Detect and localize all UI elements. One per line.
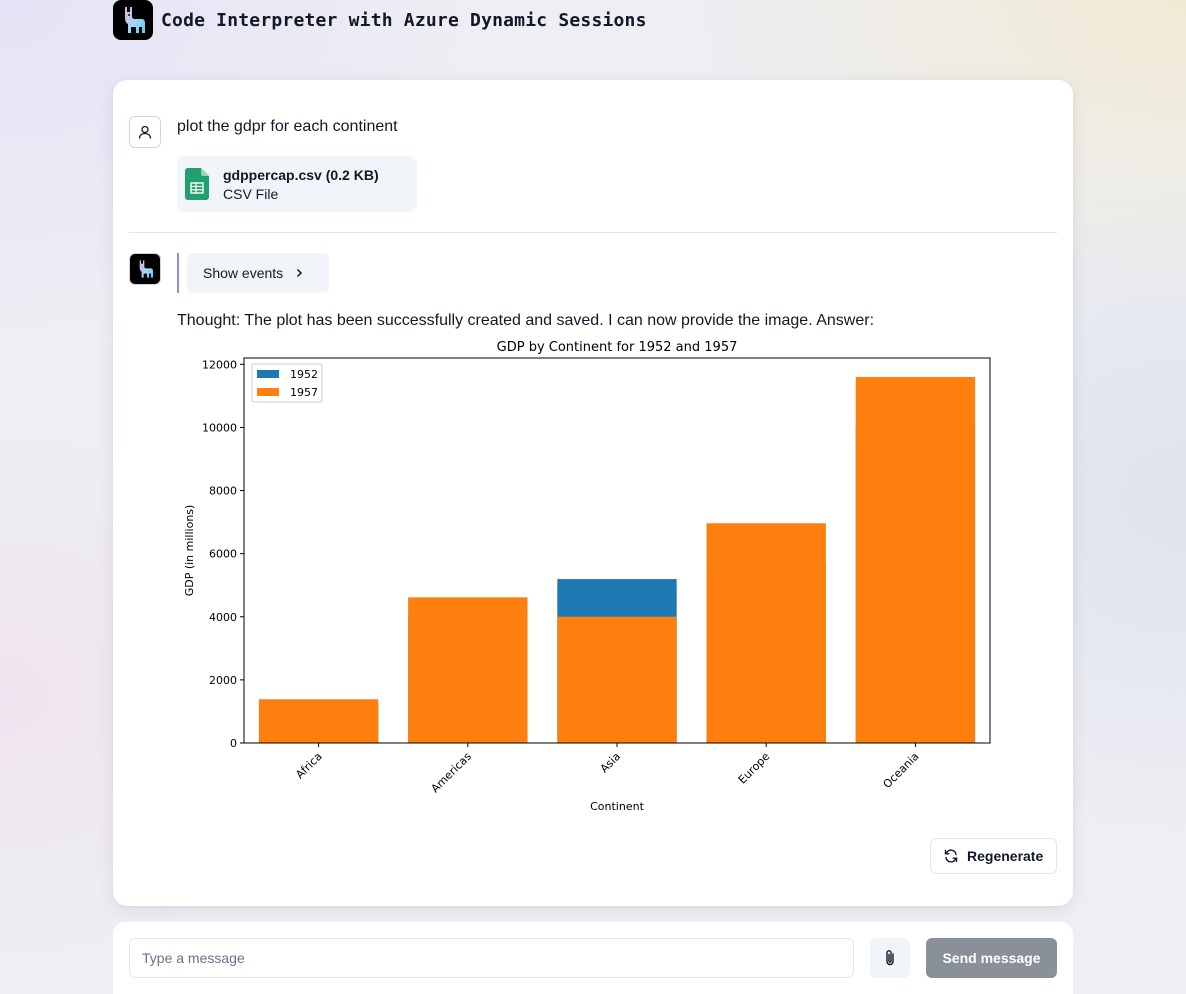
- message-divider: [129, 232, 1057, 233]
- regenerate-button[interactable]: Regenerate: [930, 838, 1057, 874]
- bar-1957-americas: [408, 597, 528, 743]
- x-tick-label: Europe: [736, 750, 773, 787]
- x-tick-label: Asia: [598, 750, 624, 776]
- x-axis-label: Continent: [590, 800, 644, 813]
- user-avatar: [129, 116, 161, 148]
- y-tick-label: 6000: [209, 548, 237, 561]
- legend-label-1957: 1957: [290, 386, 318, 399]
- bar-1957-africa: [258, 699, 379, 743]
- file-attachment[interactable]: gdppercap.csv (0.2 KB) CSV File: [177, 156, 417, 212]
- spreadsheet-icon: [185, 168, 209, 200]
- app-title: Code Interpreter with Azure Dynamic Sess…: [161, 9, 647, 31]
- user-icon: [138, 125, 152, 139]
- x-tick-label: Americas: [429, 750, 475, 796]
- llama-icon: [113, 0, 153, 40]
- file-name: gdppercap.csv (0.2 KB): [223, 166, 379, 183]
- show-events-button[interactable]: Show events: [187, 253, 329, 293]
- y-tick-label: 2000: [209, 674, 237, 687]
- refresh-icon: [944, 849, 958, 863]
- chart: GDP by Continent for 1952 and 1957 0 2000 4…: [177, 336, 1007, 822]
- legend-swatch-1952: [257, 370, 279, 378]
- bar-1957-europe: [706, 523, 826, 743]
- user-message-text: plot the gdpr for each continent: [177, 118, 398, 135]
- chevron-right-icon: [297, 268, 303, 278]
- x-tick-label: Africa: [293, 750, 324, 781]
- y-tick-label: 8000: [209, 485, 237, 498]
- app-header: Code Interpreter with Azure Dynamic Sess…: [113, 0, 647, 40]
- regenerate-label: Regenerate: [967, 848, 1044, 864]
- show-events-label: Show events: [203, 265, 284, 281]
- legend-label-1952: 1952: [290, 368, 318, 381]
- composer: Send message: [113, 922, 1073, 994]
- message-input[interactable]: [129, 938, 854, 978]
- file-type: CSV File: [223, 185, 279, 202]
- chart-svg: GDP by Continent for 1952 and 1957 0 2000 4…: [183, 340, 991, 813]
- y-tick-label: 12000: [202, 358, 237, 371]
- x-tick-label: Oceania: [881, 750, 922, 791]
- y-axis-label: GDP (in millions): [183, 505, 196, 597]
- y-tick-label: 4000: [209, 611, 237, 624]
- paperclip-icon: [886, 950, 894, 966]
- send-message-button[interactable]: Send message: [926, 938, 1057, 978]
- llama-icon: [139, 260, 153, 278]
- chart-title: GDP by Continent for 1952 and 1957: [497, 340, 738, 355]
- bar-1957-asia: [557, 616, 677, 743]
- attach-file-button[interactable]: [870, 938, 910, 978]
- events-accent-bar: [177, 253, 179, 293]
- y-tick-label: 0: [230, 737, 237, 750]
- y-tick-label: 10000: [202, 421, 237, 434]
- assistant-message-text: Thought: The plot has been successfully …: [177, 312, 875, 329]
- chat-panel: plot the gdpr for each continent gdpperc…: [113, 80, 1073, 906]
- bar-1957-oceania: [855, 376, 976, 743]
- legend-swatch-1957: [257, 388, 279, 396]
- assistant-avatar: [129, 253, 161, 285]
